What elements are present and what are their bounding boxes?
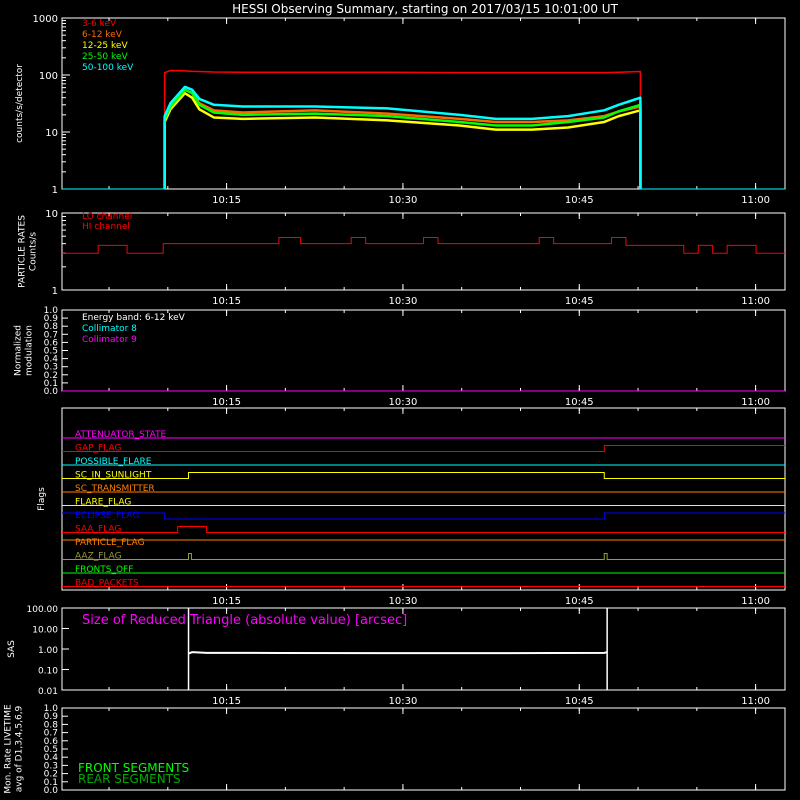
modulation-ylabel: Normalized <box>14 325 24 376</box>
sas-ytick-label: 0.01 <box>38 687 58 697</box>
flags-panel-xtick-label: 10:30 <box>389 596 418 607</box>
flag-line <box>62 526 785 533</box>
figure-canvas: HESSI Observing Summary, starting on 201… <box>4 2 786 796</box>
count-rate-series-line <box>163 85 642 189</box>
sas-panel-xtick-label: 10:15 <box>212 696 241 707</box>
livetime-ytick-label: 1.0 <box>44 704 59 714</box>
livetime-ylabel: Mon. Rate LIVETIME <box>4 704 14 794</box>
sas-annotation: Size of Reduced Triangle (absolute value… <box>82 613 407 628</box>
flag-line <box>62 445 785 452</box>
particle-rate-panel-xtick-label: 11:00 <box>741 296 770 307</box>
sas-ylabel: SAS <box>7 640 17 658</box>
count-rate-panel-xtick-label: 10:15 <box>212 195 241 206</box>
count-rate-legend-entry: 12-25 keV <box>82 41 128 51</box>
modulation-panel-xtick-label: 10:45 <box>565 397 594 408</box>
modulation-ytick-label: 1.0 <box>44 306 59 316</box>
count-rate-series-line <box>163 88 642 189</box>
modulation-legend-entry: Energy band: 6-12 keV <box>82 313 186 323</box>
count-rate-ytick-label: 100 <box>39 71 58 82</box>
count-rate-series-line <box>163 91 642 189</box>
count-rate-legend-entry: 50-100 keV <box>82 63 134 73</box>
count-rate-ytick-label: 1000 <box>33 14 58 25</box>
count-rate-ytick-label: 10 <box>45 128 58 139</box>
particle-rate-legend-lo: LO channel <box>82 212 132 222</box>
count-rate-series-line <box>163 69 642 189</box>
particle-rate-ylabel: Counts/s <box>29 232 39 271</box>
modulation-panel-xtick-label: 10:30 <box>389 397 418 408</box>
count-rate-legend-entry: 6-12 keV <box>82 30 123 40</box>
flags-panel-xtick-label: 11:00 <box>741 596 770 607</box>
particle-rate-ytick-label: 10 <box>45 209 58 220</box>
flag-line <box>62 512 785 520</box>
modulation-ylabel: modulation <box>25 325 35 376</box>
livetime-legend-entry: REAR SEGMENTS <box>78 772 181 786</box>
modulation-legend-entry: Collimator 9 <box>82 335 137 345</box>
flags-panel-xtick-label: 10:45 <box>565 596 594 607</box>
sas-ytick-label: 1.00 <box>38 646 58 656</box>
sas-ytick-label: 100.00 <box>27 605 59 615</box>
sas-line <box>188 651 608 655</box>
modulation-legend-entry: Collimator 8 <box>82 324 137 334</box>
particle-rate-lo-line <box>62 237 785 254</box>
sas-panel-xtick-label: 10:30 <box>389 696 418 707</box>
particle-rate-ytick-label: 1 <box>52 286 58 297</box>
count-rate-ytick-label: 1 <box>52 185 58 196</box>
count-rate-legend-entry: 25-50 keV <box>82 52 128 62</box>
count-rate-panel-xtick-label: 10:45 <box>565 195 594 206</box>
sas-panel-xtick-label: 11:00 <box>741 696 770 707</box>
count-rate-legend-entry: 3-6 keV <box>82 19 117 29</box>
flag-line <box>62 472 785 479</box>
sas-ytick-label: 10.00 <box>32 626 58 636</box>
flags-panel-xtick-label: 10:15 <box>212 596 241 607</box>
count-rate-panel-xtick-label: 11:00 <box>741 195 770 206</box>
particle-rate-panel-xtick-label: 10:45 <box>565 296 594 307</box>
modulation-panel-xtick-label: 11:00 <box>741 397 770 408</box>
sas-panel-xtick-label: 10:45 <box>565 696 594 707</box>
flags-panel-frame <box>61 407 786 591</box>
particle-rate-panel-xtick-label: 10:15 <box>212 296 241 307</box>
sas-ytick-label: 0.10 <box>38 667 58 677</box>
flags-ylabel: Flags <box>37 487 47 511</box>
flag-line <box>62 553 785 560</box>
count-rate-series-line <box>163 88 642 189</box>
particle-rate-ylabel: PARTICLE RATES <box>18 215 28 288</box>
particle-rate-panel-frame <box>61 212 786 291</box>
count-rate-panel-xtick-label: 10:30 <box>389 195 418 206</box>
count-rate-ylabel: counts/s/detector <box>15 64 25 143</box>
modulation-panel-xtick-label: 10:15 <box>212 397 241 408</box>
livetime-ylabel: avg of D1,3,4,5,6,9 <box>15 705 25 792</box>
figure-title: HESSI Observing Summary, starting on 201… <box>232 2 618 16</box>
hessi-summary-figure: HESSI Observing Summary, starting on 201… <box>0 0 800 800</box>
particle-rate-panel-xtick-label: 10:30 <box>389 296 418 307</box>
particle-rate-legend-hi: HI channel <box>82 222 130 232</box>
